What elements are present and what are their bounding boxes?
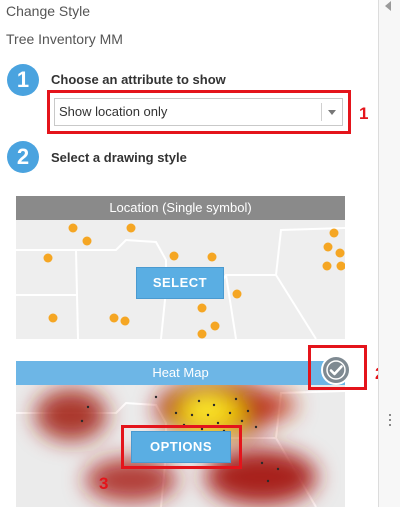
step-1-badge: 1 xyxy=(7,64,39,96)
chevron-left-icon[interactable] xyxy=(385,1,391,11)
step-2-badge: 2 xyxy=(7,141,39,173)
step-1-label: Choose an attribute to show xyxy=(51,72,226,87)
callout-number-1: 1 xyxy=(359,104,369,123)
layer-name: Tree Inventory MM xyxy=(6,31,123,47)
callout-box-3 xyxy=(121,425,242,469)
style-card-location-title: Location (Single symbol) xyxy=(16,196,345,220)
select-button[interactable]: SELECT xyxy=(136,267,224,299)
panel-title: Change Style xyxy=(6,3,91,19)
step-2-label: Select a drawing style xyxy=(51,150,187,165)
style-card-heat-map-title: Heat Map xyxy=(16,361,345,385)
side-panel-strip xyxy=(378,0,400,507)
callout-box-1 xyxy=(47,90,351,134)
callout-number-3: 3 xyxy=(99,474,109,493)
callout-box-2 xyxy=(308,345,367,390)
drag-handle-icon[interactable] xyxy=(389,414,391,428)
change-style-panel: Change Style Tree Inventory MM 1 Choose … xyxy=(0,0,384,507)
